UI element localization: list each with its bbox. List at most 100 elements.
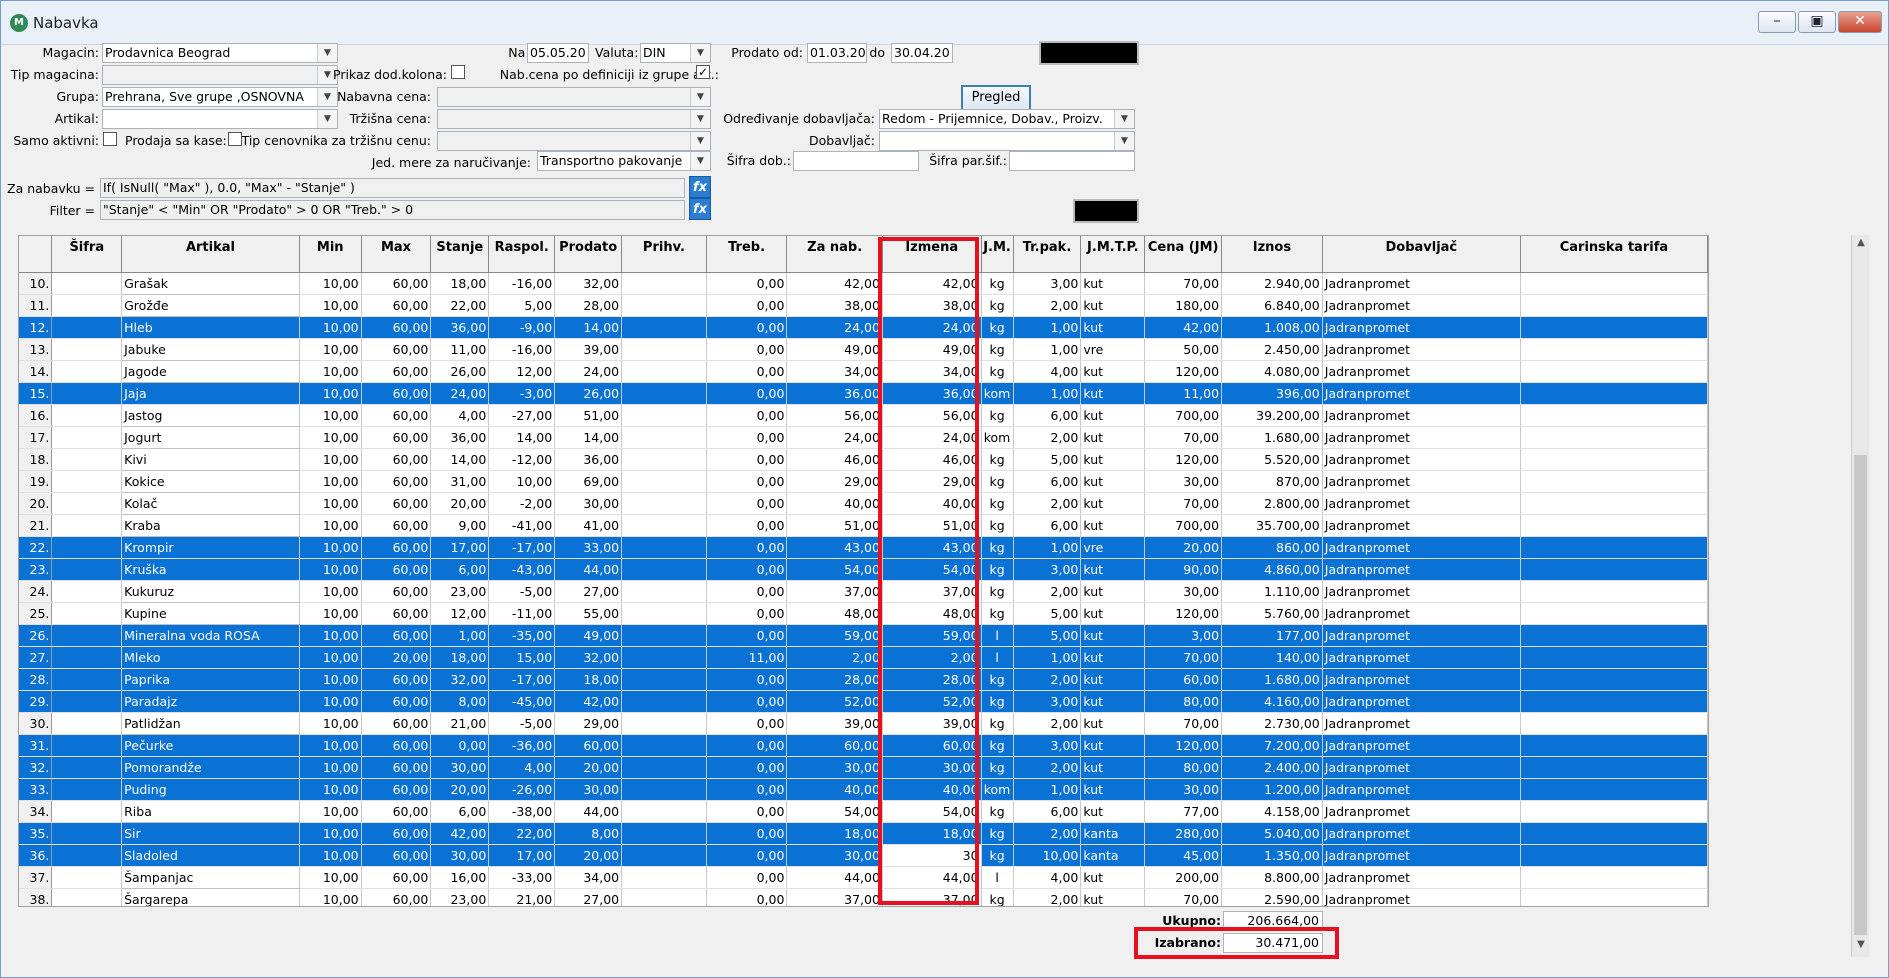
- color-swatch-bottom[interactable]: [1073, 199, 1139, 223]
- izmena-cell[interactable]: 49,00: [882, 338, 982, 361]
- izmena-cell[interactable]: 36,00: [882, 382, 982, 405]
- table-row[interactable]: 31. Pečurke 10,00 60,00 0,00 -36,00 60,00 0,00 6…: [19, 734, 1708, 757]
- izmena-cell[interactable]: 38,00: [882, 294, 982, 317]
- column-header[interactable]: Carinska tarifa: [1520, 236, 1708, 273]
- izmena-cell[interactable]: 60,00: [882, 734, 982, 757]
- column-header[interactable]: Min: [299, 236, 362, 273]
- izmena-cell[interactable]: 48,00: [882, 602, 982, 625]
- table-row[interactable]: 16. Jastog 10,00 60,00 4,00 -27,00 51,00 0,00 56…: [19, 404, 1708, 427]
- scroll-down-icon[interactable]: ▼: [1852, 939, 1870, 955]
- jed-mere-select[interactable]: Transportno pakovanje ▼: [537, 151, 711, 171]
- nabavka-grid[interactable]: Šifra Artikal Min Max Stanje Raspol. Prodato Pr…: [18, 235, 1709, 907]
- izmena-cell[interactable]: 34,00: [882, 360, 982, 383]
- scroll-up-icon[interactable]: ▲: [1852, 237, 1870, 253]
- table-row[interactable]: 25. Kupine 10,00 60,00 12,00 -11,00 55,00 0,00 4…: [19, 602, 1708, 625]
- izmena-cell[interactable]: 37,00: [882, 888, 982, 906]
- table-row[interactable]: 28. Paprika 10,00 60,00 32,00 -17,00 18,00 0,00…: [19, 668, 1708, 691]
- trzisna-cena-select[interactable]: ▼: [437, 109, 711, 129]
- column-header[interactable]: Treb.: [706, 236, 788, 273]
- izmena-cell[interactable]: 30,00: [882, 756, 982, 779]
- sifra-dob-input[interactable]: [793, 151, 919, 171]
- prodato-od-input[interactable]: 01.03.20: [807, 43, 867, 63]
- column-header[interactable]: [19, 236, 53, 273]
- filter-editor-icon[interactable]: fx: [689, 198, 711, 220]
- nab-cena-def-checkbox[interactable]: ✓: [696, 65, 710, 79]
- izmena-cell[interactable]: 46,00: [882, 448, 982, 471]
- dobavljac-select[interactable]: ▼: [879, 131, 1135, 151]
- filter-formula[interactable]: "Stanje" < "Min" OR "Prodato" > 0 OR "Tr…: [100, 200, 685, 220]
- column-header[interactable]: Tr.pak.: [1013, 236, 1082, 273]
- table-row[interactable]: 23. Kruška 10,00 60,00 6,00 -43,00 44,00 0,00 54…: [19, 558, 1708, 581]
- table-row[interactable]: 38. Šargarepa 10,00 60,00 23,00 21,00 27,00 0,0…: [19, 888, 1708, 906]
- minimize-button[interactable]: –: [1758, 11, 1796, 33]
- table-row[interactable]: 26. Mineralna voda ROSA 10,00 60,00 1,00 -35,…: [19, 624, 1708, 647]
- table-row[interactable]: 21. Kraba 10,00 60,00 9,00 -41,00 41,00 0,00 51,…: [19, 514, 1708, 537]
- izmena-cell[interactable]: 52,00: [882, 690, 982, 713]
- izmena-cell[interactable]: 54,00: [882, 558, 982, 581]
- table-row[interactable]: 18. Kivi 10,00 60,00 14,00 -12,00 36,00 0,00 46,…: [19, 448, 1708, 471]
- column-header[interactable]: J.M.T.P.: [1080, 236, 1146, 273]
- izmena-cell[interactable]: 44,00: [882, 866, 982, 889]
- prikaz-dod-kolona-checkbox[interactable]: [451, 65, 465, 79]
- izmena-cell[interactable]: 59,00: [882, 624, 982, 647]
- color-swatch-top[interactable]: [1039, 41, 1139, 65]
- column-header[interactable]: Iznos: [1221, 236, 1323, 273]
- izmena-cell[interactable]: 40,00: [882, 492, 982, 515]
- column-header[interactable]: Dobavljač: [1322, 236, 1521, 273]
- table-row[interactable]: 34. Riba 10,00 60,00 6,00 -38,00 44,00 0,00 54,0…: [19, 800, 1708, 823]
- column-header[interactable]: Raspol.: [488, 236, 556, 273]
- izmena-cell[interactable]: 37,00: [882, 580, 982, 603]
- table-row[interactable]: 20. Kolač 10,00 60,00 20,00 -2,00 30,00 0,00 40,…: [19, 492, 1708, 515]
- table-row[interactable]: 22. Krompir 10,00 60,00 17,00 -17,00 33,00 0,00…: [19, 536, 1708, 559]
- column-header[interactable]: Cena (JM): [1144, 236, 1223, 273]
- izmena-cell[interactable]: 40,00: [882, 778, 982, 801]
- samo-aktivni-checkbox[interactable]: [103, 132, 117, 146]
- tip-magacina-select[interactable]: ▼: [102, 65, 338, 85]
- maximize-button[interactable]: ▣: [1798, 11, 1836, 33]
- table-row[interactable]: 10. Grašak 10,00 60,00 18,00 -16,00 32,00 0,00 4…: [19, 272, 1708, 295]
- column-header[interactable]: J.M.: [981, 236, 1014, 273]
- odredjivanje-select[interactable]: Redom - Prijemnice, Dobav., Proizv. ▼: [879, 109, 1135, 129]
- izmena-cell[interactable]: 51,00: [882, 514, 982, 537]
- formula-editor-icon[interactable]: fx: [689, 176, 711, 198]
- grupa-select[interactable]: Prehrana, Sve grupe ,OSNOVNA ▼: [102, 87, 338, 107]
- sifra-par-input[interactable]: [1009, 151, 1135, 171]
- scroll-thumb[interactable]: [1854, 455, 1867, 935]
- table-row[interactable]: 24. Kukuruz 10,00 60,00 23,00 -5,00 27,00 0,00 3…: [19, 580, 1708, 603]
- prodato-do-input[interactable]: 30.04.20: [891, 43, 953, 63]
- table-row[interactable]: 35. Sir 10,00 60,00 42,00 22,00 8,00 0,00 18,00 1…: [19, 822, 1708, 845]
- izmena-cell[interactable]: 24,00: [882, 316, 982, 339]
- table-row[interactable]: 33. Puding 10,00 60,00 20,00 -26,00 30,00 0,00 4…: [19, 778, 1708, 801]
- valuta-select[interactable]: DIN ▼: [640, 43, 711, 63]
- izmena-cell[interactable]: 24,00: [882, 426, 982, 449]
- izmena-cell[interactable]: 54,00: [882, 800, 982, 823]
- tip-cenovnika-select[interactable]: ▼: [437, 131, 711, 151]
- close-button[interactable]: ✕: [1838, 11, 1882, 33]
- table-row[interactable]: 27. Mleko 10,00 20,00 18,00 15,00 32,00 11,00 2,…: [19, 646, 1708, 669]
- table-row[interactable]: 19. Kokice 10,00 60,00 31,00 10,00 69,00 0,00 29…: [19, 470, 1708, 493]
- column-header[interactable]: Šifra: [51, 236, 123, 273]
- izmena-cell[interactable]: 43,00: [882, 536, 982, 559]
- izmena-cell[interactable]: 29,00: [882, 470, 982, 493]
- column-header[interactable]: Prihv.: [621, 236, 707, 273]
- izmena-cell[interactable]: 2,00: [882, 646, 982, 669]
- table-row[interactable]: 32. Pomorandže 10,00 60,00 30,00 4,00 20,00 0,0…: [19, 756, 1708, 779]
- column-header[interactable]: Artikal: [121, 236, 300, 273]
- table-row[interactable]: 13. Jabuke 10,00 60,00 11,00 -16,00 39,00 0,00 4…: [19, 338, 1708, 361]
- column-header[interactable]: Izmena: [882, 236, 982, 273]
- table-row[interactable]: 17. Jogurt 10,00 60,00 36,00 14,00 14,00 0,00 24…: [19, 426, 1708, 449]
- pregled-button[interactable]: Pregled: [961, 85, 1031, 111]
- artikal-select[interactable]: ▼: [102, 109, 338, 129]
- table-row[interactable]: 29. Paradajz 10,00 60,00 8,00 -45,00 42,00 0,00…: [19, 690, 1708, 713]
- column-header[interactable]: Stanje: [430, 236, 490, 273]
- table-row[interactable]: 36. Sladoled 10,00 60,00 30,00 17,00 20,00 0,00…: [19, 844, 1708, 867]
- magacin-select[interactable]: Prodavnica Beograd ▼: [102, 43, 338, 63]
- column-header[interactable]: Max: [361, 236, 432, 273]
- table-row[interactable]: 15. Jaja 10,00 60,00 24,00 -3,00 26,00 0,00 36,0…: [19, 382, 1708, 405]
- na-dan-input[interactable]: 05.05.20: [527, 43, 589, 63]
- izmena-cell[interactable]: 39,00: [882, 712, 982, 735]
- column-header[interactable]: Prodato: [554, 236, 623, 273]
- table-row[interactable]: 12. Hleb 10,00 60,00 36,00 -9,00 14,00 0,00 24,0…: [19, 316, 1708, 339]
- vertical-scrollbar[interactable]: ▲ ▼: [1851, 235, 1869, 957]
- prodaja-sa-kase-checkbox[interactable]: [228, 132, 242, 146]
